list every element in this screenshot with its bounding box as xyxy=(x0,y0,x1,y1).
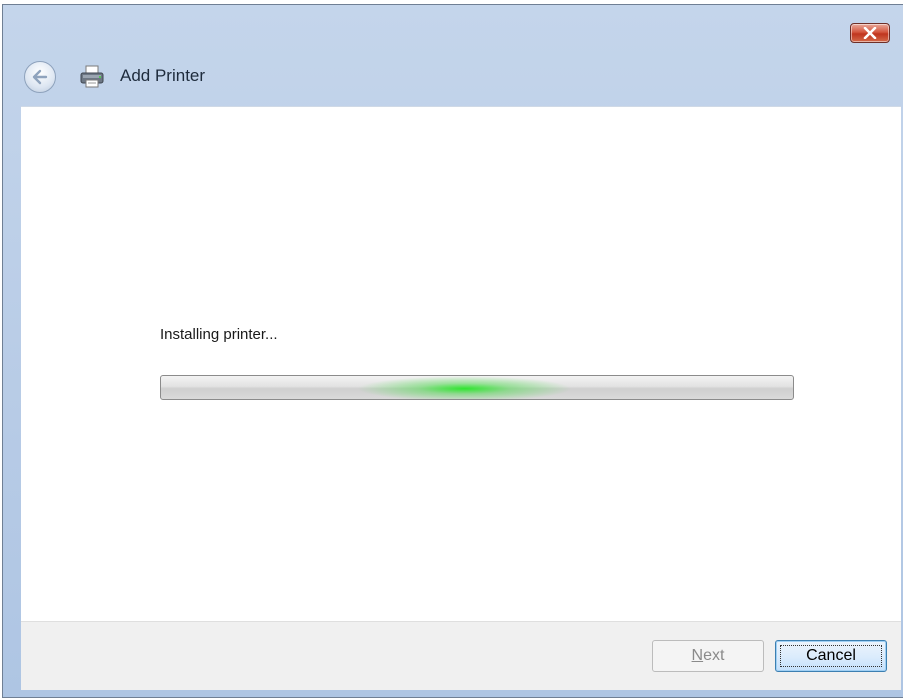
close-button[interactable] xyxy=(850,23,890,43)
progress-glow xyxy=(357,376,572,399)
next-mnemonic: N xyxy=(691,647,704,664)
button-bar xyxy=(21,621,901,690)
close-icon xyxy=(863,27,877,39)
back-button[interactable] xyxy=(24,61,56,93)
next-label-rest: ext xyxy=(703,647,725,664)
next-button[interactable]: Next xyxy=(652,640,764,672)
window-title: Add Printer xyxy=(120,66,206,85)
back-arrow-icon xyxy=(32,69,48,85)
cancel-button[interactable]: Cancel xyxy=(775,640,887,672)
focus-rectangle xyxy=(780,645,882,667)
content-area xyxy=(21,106,901,621)
status-text: Installing printer... xyxy=(160,326,278,343)
printer-icon xyxy=(80,65,104,88)
install-progress-bar xyxy=(160,375,794,400)
